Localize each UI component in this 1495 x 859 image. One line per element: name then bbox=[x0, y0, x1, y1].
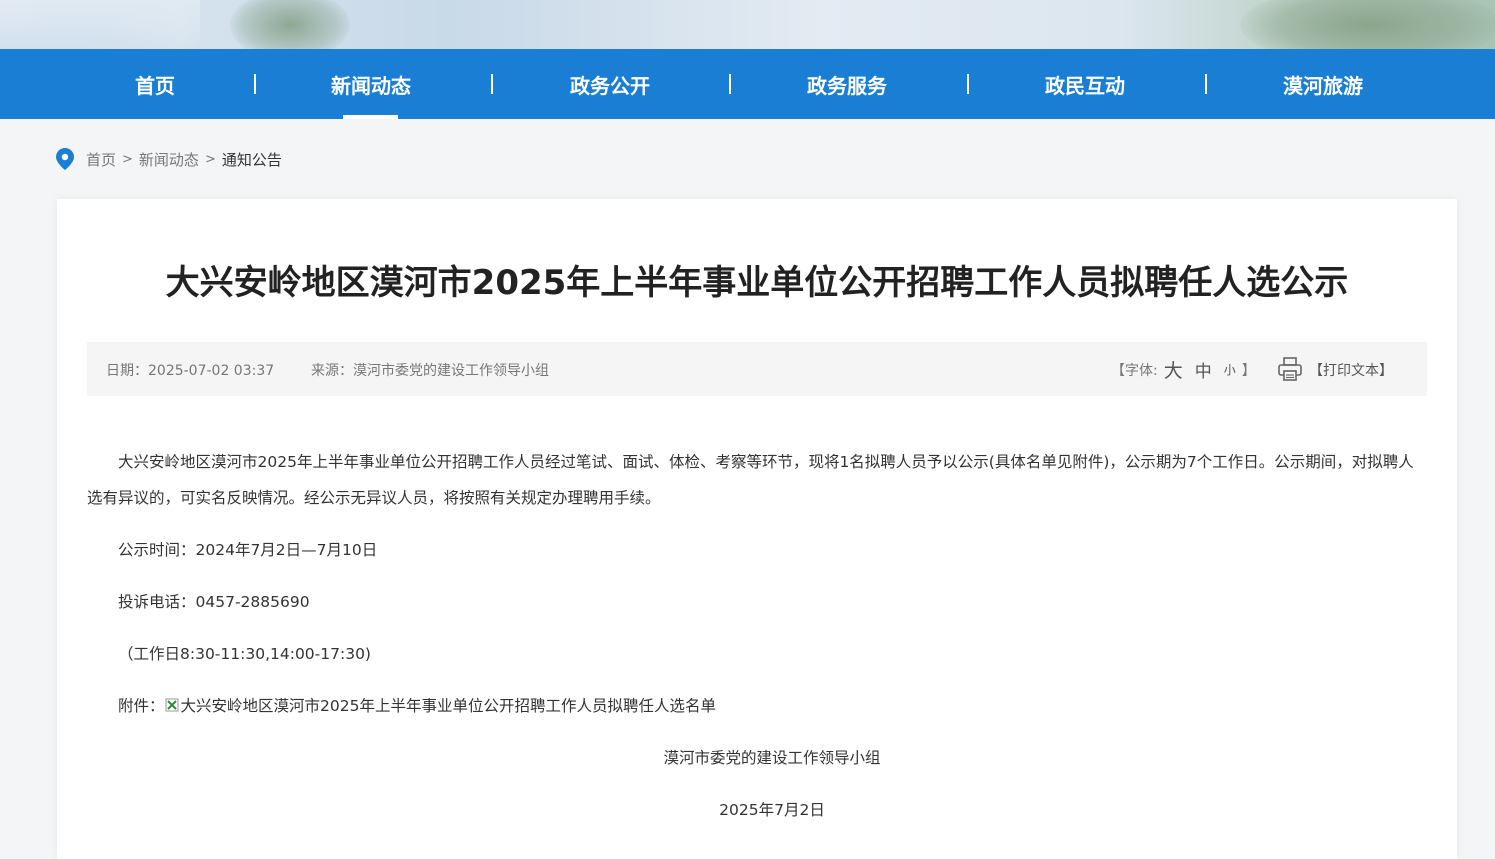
font-size-control: 【字体: 大 中 小 】 bbox=[1111, 356, 1256, 383]
article-source: 来源：漠河市委党的建设工作领导小组 bbox=[311, 363, 549, 379]
font-label-close: 】 bbox=[1241, 362, 1256, 379]
breadcrumb-current: 通知公告 bbox=[221, 150, 282, 169]
font-size-small-button[interactable]: 小 bbox=[1224, 361, 1236, 378]
article-meta-bar: 日期：2025-07-02 03:37 来源：漠河市委党的建设工作领导小组 【字… bbox=[87, 342, 1427, 396]
font-size-large-button[interactable]: 大 bbox=[1164, 356, 1183, 383]
breadcrumb-news[interactable]: 新闻动态 bbox=[139, 149, 199, 170]
nav-item-interaction[interactable]: 政民互动 bbox=[985, 49, 1185, 119]
attachment-link[interactable]: 大兴安岭地区漠河市2025年上半年事业单位公开招聘工作人员拟聘任人选名单 bbox=[181, 694, 716, 716]
attachment-label: 附件： bbox=[118, 697, 165, 715]
signature: 漠河市委党的建设工作领导小组 bbox=[663, 749, 881, 767]
breadcrumb-home[interactable]: 首页 bbox=[86, 149, 116, 170]
article-title: 大兴安岭地区漠河市2025年上半年事业单位公开招聘工作人员拟聘任人选公示 bbox=[165, 263, 1349, 303]
location-pin-icon bbox=[56, 148, 74, 170]
working-hours: （工作日8:30-11:30,14:00-17:30) bbox=[118, 645, 371, 663]
nav-item-tourism[interactable]: 漠河旅游 bbox=[1223, 49, 1423, 119]
printer-icon[interactable] bbox=[1277, 356, 1303, 382]
attachment-line: 附件： 大兴安岭地区漠河市2025年上半年事业单位公开招聘工作人员拟聘任人选名单 bbox=[118, 694, 716, 716]
banner-sky bbox=[0, 0, 200, 49]
nav-separator bbox=[1205, 74, 1207, 94]
breadcrumb: 首页 > 新闻动态 > 通知公告 bbox=[56, 148, 282, 170]
font-size-medium-button[interactable]: 中 bbox=[1195, 357, 1212, 382]
nav-item-government-services[interactable]: 政务服务 bbox=[747, 49, 947, 119]
main-nav: 首页 新闻动态 政务公开 政务服务 政民互动 漠河旅游 bbox=[0, 49, 1495, 119]
header-banner bbox=[0, 0, 1495, 49]
banner-tree-right bbox=[1240, 0, 1495, 49]
signature-date: 2025年7月2日 bbox=[719, 801, 825, 819]
complaint-phone: 投诉电话：0457-2885690 bbox=[118, 593, 310, 611]
nav-separator bbox=[491, 74, 493, 94]
excel-file-icon bbox=[165, 698, 179, 712]
nav-item-news[interactable]: 新闻动态 bbox=[271, 49, 471, 119]
publicity-period: 公示时间：2024年7月2日—7月10日 bbox=[118, 541, 378, 559]
nav-separator bbox=[254, 74, 256, 94]
breadcrumb-separator: > bbox=[204, 151, 216, 167]
article-card: 大兴安岭地区漠河市2025年上半年事业单位公开招聘工作人员拟聘任人选公示 日期：… bbox=[57, 199, 1457, 859]
article-date: 日期：2025-07-02 03:37 bbox=[106, 363, 275, 379]
nav-separator bbox=[967, 74, 969, 94]
font-label-open: 【字体: bbox=[1111, 362, 1158, 379]
nav-item-government-affairs[interactable]: 政务公开 bbox=[510, 49, 710, 119]
nav-item-home[interactable]: 首页 bbox=[55, 49, 255, 119]
breadcrumb-separator: > bbox=[122, 151, 133, 167]
article-paragraph: 大兴安岭地区漠河市2025年上半年事业单位公开招聘工作人员经过笔试、面试、体检、… bbox=[87, 453, 1414, 507]
print-text-button[interactable]: 【打印文本】 bbox=[1309, 360, 1393, 380]
banner-tree-left bbox=[230, 0, 350, 49]
nav-separator bbox=[729, 74, 731, 94]
